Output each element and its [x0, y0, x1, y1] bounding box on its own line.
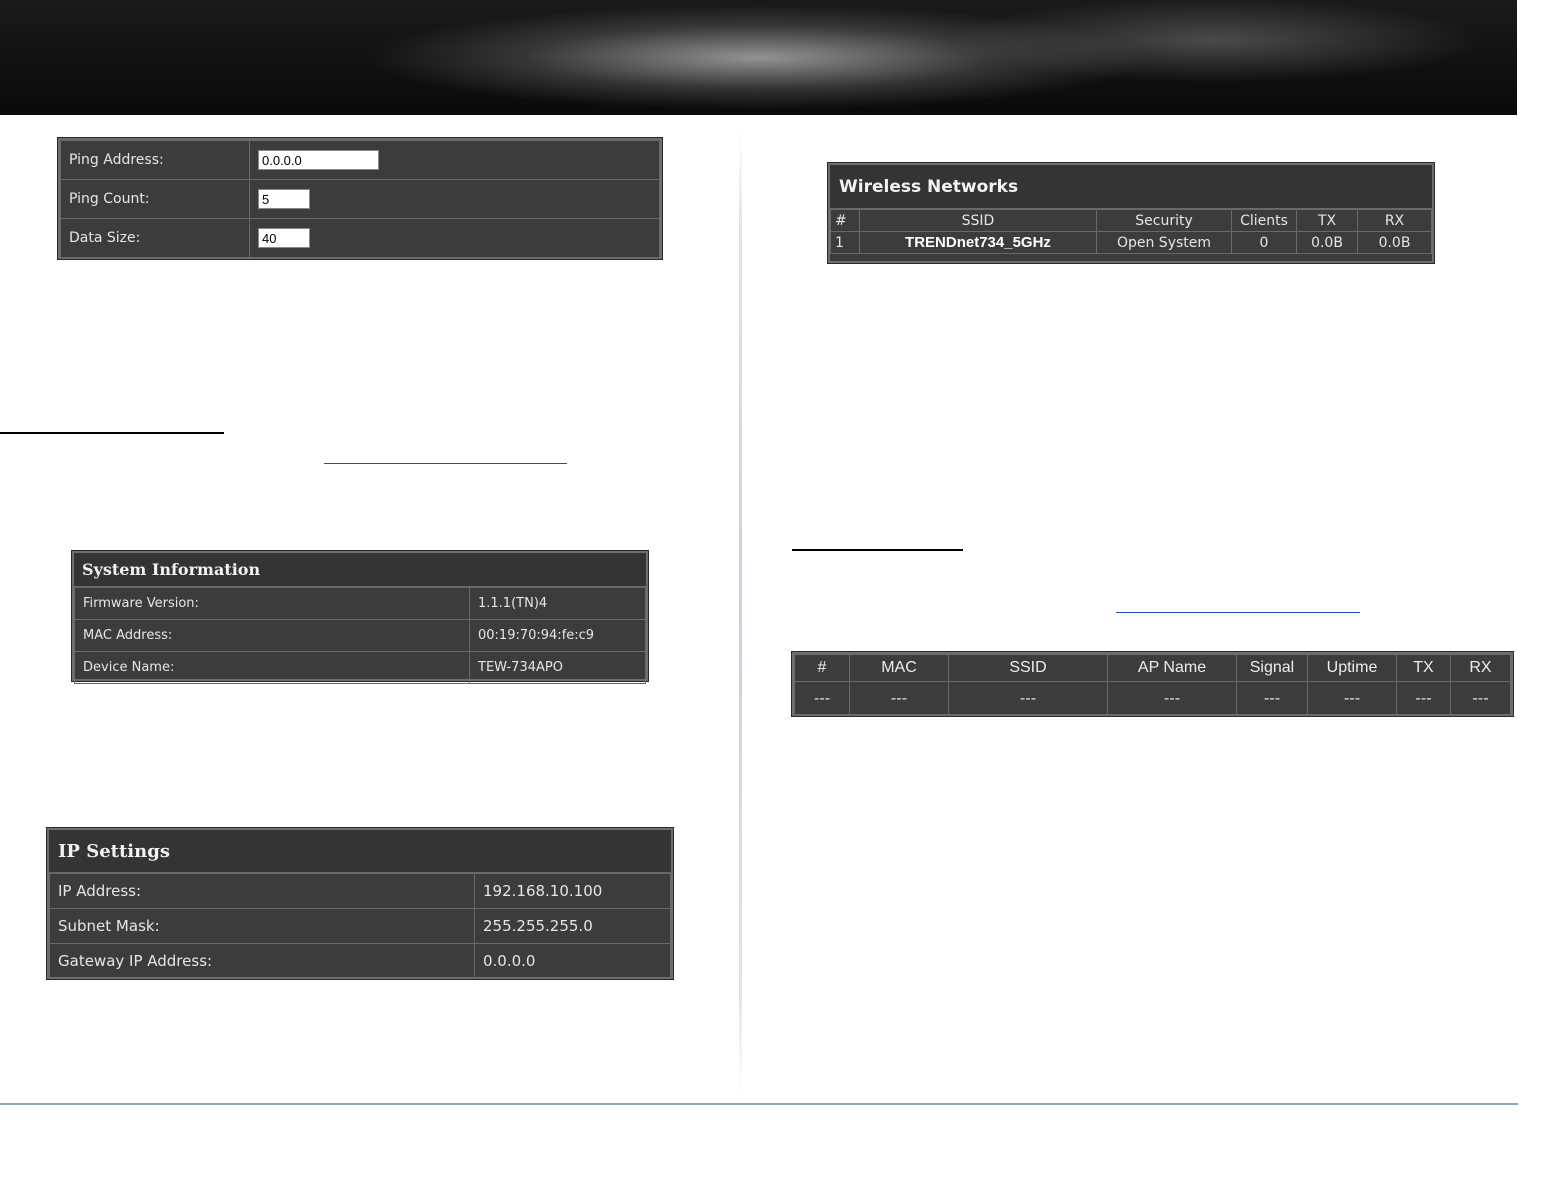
data-size-row: Data Size: 40	[60, 218, 660, 258]
ping-address-label: Ping Address:	[60, 140, 250, 180]
clients-panel: # MAC SSID AP Name Signal Uptime TX RX -…	[792, 652, 1513, 716]
column-header-uptime: Uptime	[1307, 654, 1397, 682]
gateway-ip-label: Gateway IP Address:	[49, 943, 475, 979]
client-ssid: ---	[948, 681, 1108, 715]
client-mac: ---	[849, 681, 949, 715]
ip-address-value: 192.168.10.100	[474, 873, 671, 909]
table-header-row: # MAC SSID AP Name Signal Uptime TX RX	[794, 654, 1511, 682]
column-header-number: #	[830, 209, 860, 232]
data-size-input[interactable]: 40	[258, 228, 310, 248]
column-header-clients: Clients	[1231, 209, 1297, 232]
clients-table: # MAC SSID AP Name Signal Uptime TX RX -…	[794, 654, 1511, 715]
client-tx: ---	[1396, 681, 1451, 715]
network-ssid: TRENDnet734_5GHz	[859, 231, 1097, 254]
column-header-mac: MAC	[849, 654, 949, 682]
column-header-rx: RX	[1357, 209, 1432, 232]
subnet-mask-value: 255.255.255.0	[474, 908, 671, 944]
client-signal: ---	[1236, 681, 1308, 715]
table-row: IP Address: 192.168.10.100	[49, 873, 671, 909]
column-header-ap-name: AP Name	[1107, 654, 1237, 682]
column-header-tx: TX	[1396, 654, 1451, 682]
client-number: ---	[794, 681, 850, 715]
ping-count-row: Ping Count: 5	[60, 179, 660, 219]
hyperlink-underline[interactable]	[1116, 612, 1360, 613]
ip-settings-table: IP Address: 192.168.10.100 Subnet Mask: …	[49, 873, 671, 979]
ping-address-row: Ping Address: 0.0.0.0	[60, 140, 660, 180]
ip-address-label: IP Address:	[49, 873, 475, 909]
column-header-signal: Signal	[1236, 654, 1308, 682]
ip-settings-title: IP Settings	[49, 830, 671, 873]
column-header-tx: TX	[1296, 209, 1358, 232]
data-size-label: Data Size:	[60, 218, 250, 258]
client-uptime: ---	[1307, 681, 1397, 715]
ping-settings-table: Ping Address: 0.0.0.0 Ping Count: 5 Data…	[60, 140, 660, 258]
mac-address-label: MAC Address:	[74, 619, 470, 652]
wireless-networks-title: Wireless Networks	[830, 165, 1432, 209]
table-row: Firmware Version: 1.1.1(TN)4	[74, 587, 646, 620]
hyperlink-underline[interactable]	[324, 463, 567, 464]
firmware-version-label: Firmware Version:	[74, 587, 470, 620]
table-row[interactable]: 1 TRENDnet734_5GHz Open System 0 0.0B 0.…	[830, 231, 1432, 254]
ping-count-label: Ping Count:	[60, 179, 250, 219]
column-header-security: Security	[1096, 209, 1232, 232]
footer-rule	[0, 1103, 1518, 1105]
gateway-ip-value: 0.0.0.0	[474, 943, 671, 979]
column-header-rx: RX	[1450, 654, 1511, 682]
column-header-ssid: SSID	[948, 654, 1108, 682]
column-divider	[739, 130, 742, 1090]
section-heading-underline	[0, 432, 224, 434]
system-information-table: Firmware Version: 1.1.1(TN)4 MAC Address…	[74, 587, 646, 684]
ping-settings-panel: Ping Address: 0.0.0.0 Ping Count: 5 Data…	[58, 138, 662, 259]
client-ap-name: ---	[1107, 681, 1237, 715]
network-number: 1	[830, 231, 860, 254]
table-row: Gateway IP Address: 0.0.0.0	[49, 943, 671, 979]
table-row: Subnet Mask: 255.255.255.0	[49, 908, 671, 944]
section-heading-underline	[792, 549, 963, 551]
ping-address-input[interactable]: 0.0.0.0	[258, 150, 379, 170]
ping-count-input[interactable]: 5	[258, 189, 310, 209]
network-rx: 0.0B	[1357, 231, 1432, 254]
firmware-version-value: 1.1.1(TN)4	[469, 587, 646, 620]
table-row: MAC Address: 00:19:70:94:fe:c9	[74, 619, 646, 652]
column-header-ssid: SSID	[859, 209, 1097, 232]
wireless-networks-panel: Wireless Networks # SSID Security Client…	[828, 163, 1434, 263]
table-row: --- --- --- --- --- --- --- ---	[794, 681, 1511, 715]
table-row: Device Name: TEW-734APO	[74, 651, 646, 684]
ip-settings-panel: IP Settings IP Address: 192.168.10.100 S…	[47, 828, 673, 979]
network-security: Open System	[1096, 231, 1232, 254]
device-name-label: Device Name:	[74, 651, 470, 684]
network-tx: 0.0B	[1296, 231, 1358, 254]
table-header-row: # SSID Security Clients TX RX	[830, 209, 1432, 232]
system-information-panel: System Information Firmware Version: 1.1…	[72, 551, 648, 684]
subnet-mask-label: Subnet Mask:	[49, 908, 475, 944]
header-banner	[0, 0, 1517, 115]
column-header-number: #	[794, 654, 850, 682]
system-information-title: System Information	[74, 553, 646, 587]
mac-address-value: 00:19:70:94:fe:c9	[469, 619, 646, 652]
wireless-networks-table: # SSID Security Clients TX RX 1 TRENDnet…	[830, 209, 1432, 254]
network-clients: 0	[1231, 231, 1297, 254]
client-rx: ---	[1450, 681, 1511, 715]
device-name-value: TEW-734APO	[469, 651, 646, 684]
